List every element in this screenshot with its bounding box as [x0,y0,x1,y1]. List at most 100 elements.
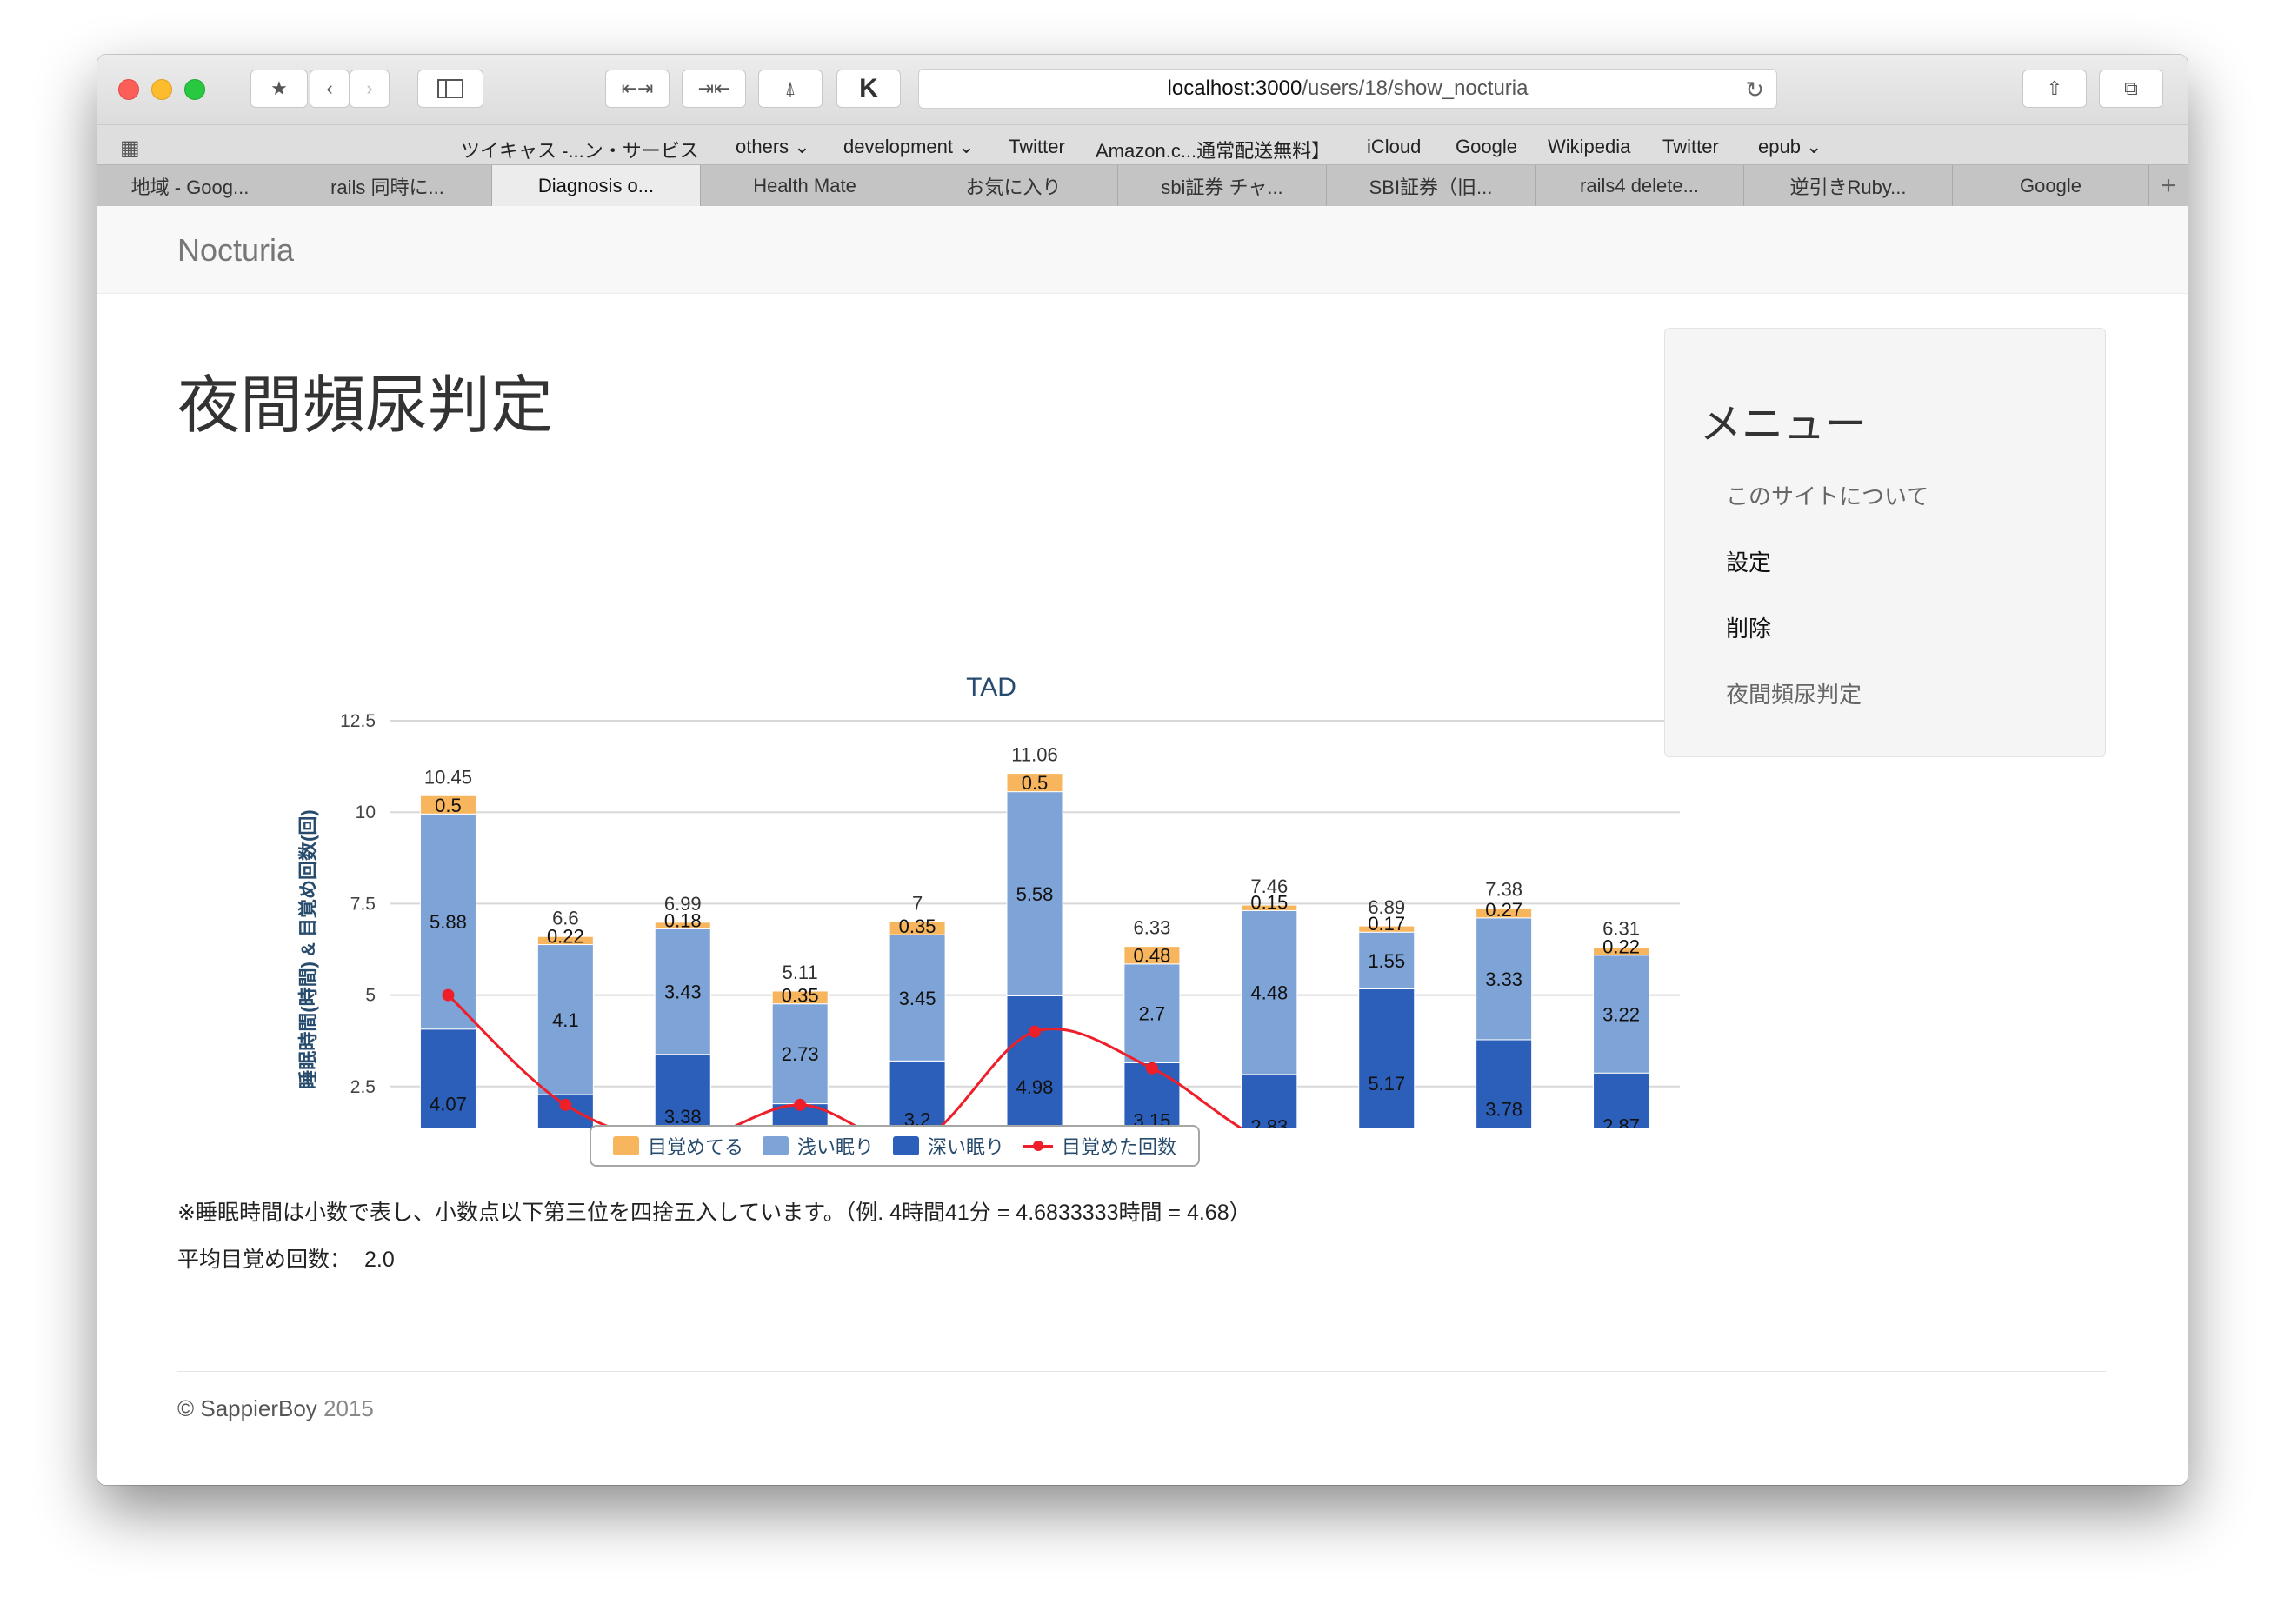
chevron-left-icon: ‹ [326,77,333,99]
star-icon: ★ [270,77,288,99]
close-window-button[interactable] [118,79,139,100]
bar-data-label: 4.98 [1016,1076,1054,1098]
bookmark-item[interactable]: ツイキャス -...ン・サービス [461,136,699,163]
site-navbar: Nocturia [97,206,2188,294]
legend-item-awake[interactable]: 目覚めてる [612,1132,743,1160]
back-button[interactable]: ‹ [310,70,350,108]
bookmark-item[interactable]: Twitter [1009,136,1065,158]
bar-data-label: 0.48 [1133,945,1170,967]
bar-data-label: 3.33 [1485,968,1522,990]
tab-bar: 地域 - Goog... rails 同時に... Diagnosis o...… [97,164,2188,208]
bar-segment [1006,995,1063,1128]
site-brand[interactable]: Nocturia [177,232,294,269]
legend-label: 浅い眠り [796,1136,874,1158]
browser-tab[interactable]: 地域 - Goog... [97,165,283,207]
bookmark-item[interactable]: iCloud [1367,136,1421,158]
bookmark-item[interactable]: Wikipedia [1548,136,1630,158]
bar-data-label: 5.17 [1368,1073,1405,1095]
menu-sidebar: メニュー このサイトについて 設定 削除 夜間頻尿判定 [1664,328,2106,757]
bar-data-label: 3.22 [1602,1003,1640,1025]
legend-item-deep-sleep[interactable]: 深い眠り [893,1132,1004,1160]
chart-legend: 目覚めてる 浅い眠り 深い眠り 目覚めた回数 [590,1125,1200,1167]
wake-count-point [1145,1062,1158,1075]
address-bar[interactable]: localhost:3000/users/18/show_nocturia ↻ [918,69,1777,109]
browser-tab[interactable]: sbi証券 チャ... [1118,165,1327,207]
menu-item-nocturia-check[interactable]: 夜間頻尿判定 [1726,677,1862,709]
extension-button-1[interactable]: ⇤⇥ [605,70,670,108]
share-icon: ⇧ [2046,77,2063,99]
average-label: 平均目覚め回数： [177,1248,352,1272]
browser-tab[interactable]: Health Mate [701,165,909,207]
browser-tab[interactable]: Google [1953,165,2149,207]
extension-button-4[interactable]: K [836,70,901,108]
bar-total-label: 7.46 [1250,875,1288,897]
y-tick-label: 12.5 [340,711,376,731]
y-tick-label: 5 [365,986,376,1006]
extension-button-2[interactable]: ⇥⇤ [682,70,746,108]
forward-button[interactable]: › [350,70,390,108]
footer-year: 2015 [323,1395,374,1421]
menu-item-delete[interactable]: 削除 [1726,611,1771,643]
plus-icon: + [2161,171,2176,200]
bookmark-item[interactable]: development ⌄ [843,136,975,158]
browser-tab[interactable]: SBI証券（旧... [1327,165,1536,207]
bookmark-item[interactable]: Amazon.c...通常配送無料】 [1096,136,1330,163]
bar-data-label: 0.35 [899,915,936,937]
bar-data-label: 0.5 [435,795,462,816]
k-logo-icon: K [859,74,878,103]
bar-total-label: 5.11 [783,962,818,983]
bar-data-label: 2.73 [782,1043,819,1065]
tab-arrows-icon: ⇤⇥ [621,77,654,99]
grid-icon[interactable]: ▦ [120,136,140,161]
legend-swatch [612,1136,639,1155]
bookmark-item[interactable]: Twitter [1662,136,1719,158]
bar-total-label: 7.38 [1485,878,1522,900]
bar-total-label: 10.45 [424,766,472,788]
extension-button-3[interactable]: ⍋ [758,70,823,108]
bar-data-label: 0.35 [782,985,819,1007]
legend-item-wake-count[interactable]: 目覚めた回数 [1023,1132,1176,1160]
menu-item-settings[interactable]: 設定 [1726,545,1771,577]
y-tick-label: 2.5 [350,1077,376,1097]
minimize-window-button[interactable] [151,79,172,100]
wake-count-point [794,1098,807,1111]
browser-tab[interactable]: 逆引きRuby... [1744,165,1953,207]
legend-item-light-sleep[interactable]: 浅い眠り [762,1132,874,1160]
browser-tab[interactable]: rails 同時に... [283,165,492,207]
footer-divider [177,1371,2106,1372]
share-button[interactable]: ⇧ [2022,70,2087,108]
zoom-window-button[interactable] [184,79,205,100]
browser-tab[interactable]: お気に入り [909,165,1118,207]
bar-data-label: 2.28 [547,1126,584,1128]
bar-data-label: 2.7 [1139,1003,1166,1025]
tabs-icon: ⧉ [2124,77,2138,99]
legend-swatch [762,1136,789,1155]
reload-icon[interactable]: ↻ [1745,77,1764,103]
menu-item-about[interactable]: このサイトについて [1726,479,1929,511]
legend-label: 目覚めてる [647,1136,743,1158]
bar-data-label: 5.88 [430,911,467,933]
wake-count-point [559,1098,572,1111]
bar-total-label: 7 [912,892,923,914]
new-tab-button[interactable]: + [2149,165,2188,207]
bar-data-label: 0.27 [1485,899,1522,921]
y-tick-label: 10 [356,802,376,822]
y-tick-label: 7.5 [350,894,376,914]
bar-data-label: 3.45 [899,988,936,1009]
bookmark-item[interactable]: others ⌄ [736,136,810,158]
wake-count-point [1029,1025,1041,1038]
bookmark-item[interactable]: Google [1456,136,1517,158]
bar-total-label: 6.31 [1602,917,1640,939]
legend-line-icon [1023,1136,1054,1155]
bar-total-label: 6.99 [664,893,702,915]
average-wake-count: 平均目覚め回数： 2.0 [177,1242,395,1274]
browser-tab-active[interactable]: Diagnosis o... [492,165,701,207]
bookmarks-button[interactable]: ★ [250,70,308,108]
average-value: 2.0 [363,1248,395,1272]
bookmark-item[interactable]: epub ⌄ [1758,136,1822,158]
tabs-overview-button[interactable]: ⧉ [2099,70,2163,108]
collapse-arrows-icon: ⇥⇤ [697,77,730,99]
bookmarks-bar: ▦ ツイキャス -...ン・サービス others ⌄ development … [97,124,2188,165]
browser-tab[interactable]: rails4 delete... [1536,165,1744,207]
sidebar-toggle-button[interactable] [417,70,483,108]
